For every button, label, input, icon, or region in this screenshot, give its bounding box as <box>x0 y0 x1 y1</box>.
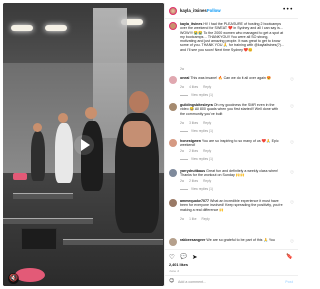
view-replies-button[interactable]: View replies (1) <box>180 93 213 97</box>
participant-head <box>129 91 149 113</box>
participant-arm <box>123 121 151 147</box>
comments-list[interactable]: kayla_itsines Hi! I had the PLEASURE of … <box>165 21 298 249</box>
ceiling-light <box>11 25 33 31</box>
avatar[interactable] <box>169 199 177 207</box>
step-platform <box>13 193 73 199</box>
avatar[interactable] <box>169 103 177 111</box>
comment-likes[interactable]: 3 likes <box>189 121 198 125</box>
comment-time: 2w <box>180 149 185 153</box>
comment-like-icon[interactable]: ♡ <box>290 201 294 206</box>
participant-head <box>85 107 97 119</box>
mirror-column <box>93 8 127 138</box>
like-icon[interactable]: ♡ <box>169 253 175 261</box>
more-options-icon[interactable]: ••• <box>282 6 293 13</box>
comment-likes[interactable]: 2 likes <box>189 149 198 153</box>
reply-button[interactable]: Reply <box>202 217 210 221</box>
comment-time: 2w <box>180 217 185 221</box>
avatar[interactable] <box>169 7 177 15</box>
header-username[interactable]: kayla_itsines <box>180 8 207 13</box>
post-actions-bar: ♡ 💬 ➤ 🔖 <box>165 249 298 263</box>
comment-text: This was insane! 🔥 Can we do it all over… <box>190 76 272 80</box>
comment-time: 2w <box>180 67 185 71</box>
post-sidebar: kayla_itsines Follow ••• kayla_itsines H… <box>164 3 298 286</box>
comment-likes[interactable]: 4 likes <box>189 85 198 89</box>
comment-time: 2w <box>180 121 185 125</box>
comment-time: 2w <box>180 85 185 89</box>
comment-like-icon[interactable]: ♡ <box>290 105 294 110</box>
ceiling-light <box>45 25 67 31</box>
avatar[interactable] <box>169 238 177 246</box>
avatar[interactable] <box>169 169 177 177</box>
comment-text: We are so grateful to be part of this 🙏 … <box>206 238 275 242</box>
comment-like-icon[interactable]: ♡ <box>290 78 294 83</box>
comment-time: 2w <box>180 179 185 183</box>
view-replies-button[interactable]: View replies (1) <box>180 187 213 191</box>
reply-button[interactable]: Reply <box>203 149 211 153</box>
step-platform <box>3 218 93 224</box>
comment-input[interactable]: Add a comment... <box>178 280 206 284</box>
view-replies-button[interactable]: View replies (1) <box>180 129 213 133</box>
emoji-icon[interactable]: ☺ <box>169 278 174 284</box>
likes-count[interactable]: 2,401 likes <box>169 263 188 267</box>
comment-icon[interactable]: 💬 <box>180 254 187 260</box>
comment-likes[interactable]: 2 likes <box>189 179 198 183</box>
participant-head <box>58 113 68 123</box>
participant-head <box>33 123 42 132</box>
post-date: June 2 <box>169 269 180 273</box>
comment-like-icon[interactable]: ♡ <box>290 171 294 176</box>
instagram-post-window: 🔇 kayla_itsines Follow ••• kayla_itsines… <box>0 0 300 289</box>
share-icon[interactable]: ➤ <box>192 253 197 261</box>
avatar[interactable] <box>169 139 177 147</box>
avatar[interactable] <box>169 22 177 30</box>
avatar[interactable] <box>169 76 177 84</box>
view-replies-button[interactable]: View replies (1) <box>180 157 213 161</box>
post-comment-button[interactable]: Post <box>285 280 293 284</box>
black-step-box <box>21 228 57 250</box>
participant <box>31 131 45 181</box>
pink-mat <box>13 173 27 180</box>
add-comment-bar: ☺ Add a comment... Post <box>165 275 298 286</box>
comment-username[interactable]: oneal <box>180 76 189 80</box>
mute-icon[interactable]: 🔇 <box>8 273 19 284</box>
pink-ring <box>15 268 45 282</box>
post-header: kayla_itsines Follow ••• <box>165 3 298 19</box>
participant <box>81 121 103 191</box>
comment-text: Hi! I had the PLEASURE of hosting 2 boot… <box>180 22 284 52</box>
post-video[interactable]: 🔇 <box>3 3 164 286</box>
comment-like-icon[interactable]: ♡ <box>290 141 294 146</box>
comment-like-icon[interactable]: ♡ <box>290 240 294 245</box>
reply-button[interactable]: Reply <box>203 85 211 89</box>
reply-button[interactable]: Reply <box>203 121 211 125</box>
participant <box>55 123 73 183</box>
follow-button[interactable]: Follow <box>207 8 221 13</box>
save-icon[interactable]: 🔖 <box>286 254 293 260</box>
play-icon[interactable] <box>73 134 95 156</box>
comment-likes[interactable]: 1 like <box>189 217 196 221</box>
comment-username[interactable]: rakbeesangeer <box>180 238 205 242</box>
step-platform <box>63 239 163 245</box>
reply-button[interactable]: Reply <box>203 179 211 183</box>
